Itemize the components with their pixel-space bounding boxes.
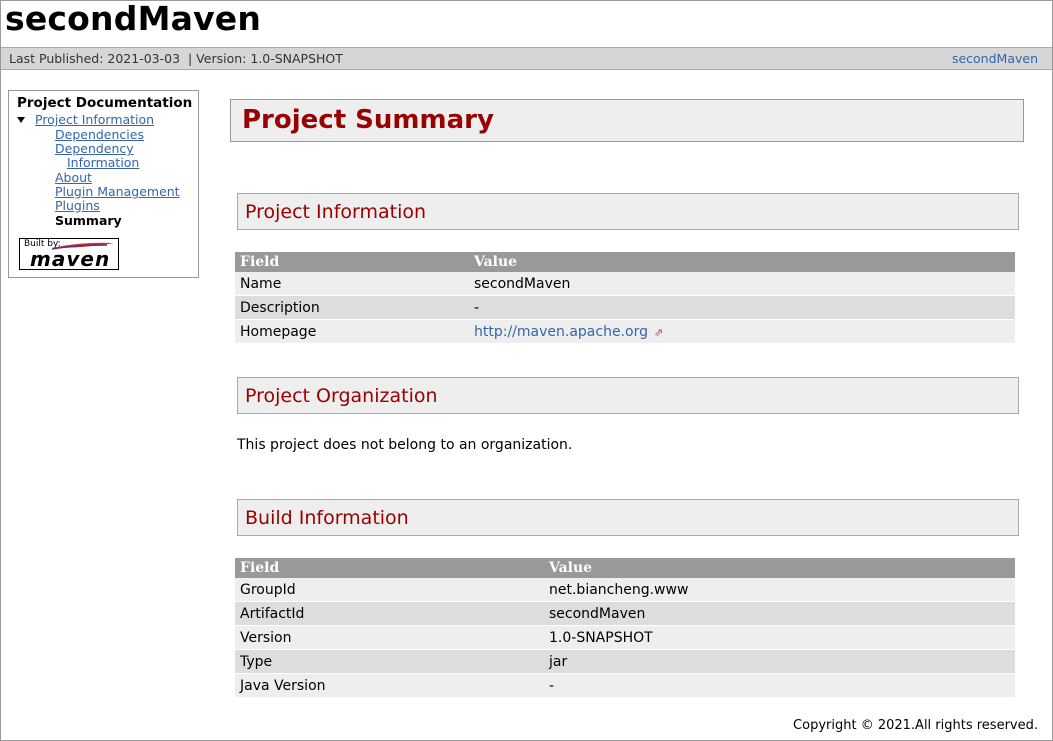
nav-item-plugin-management[interactable]: Plugin Management [55, 185, 180, 199]
page-title-box: Project Summary [230, 99, 1024, 142]
cell-field: Description [235, 295, 469, 320]
cell-value: - [544, 673, 1015, 698]
maven-logo: maven [30, 247, 111, 271]
cell-field: Java Version [235, 673, 544, 698]
nav-item-about[interactable]: About [55, 171, 92, 185]
cell-value: secondMaven [469, 272, 1015, 296]
banner: secondMaven [1, 0, 1052, 47]
build-information-table: Field Value GroupId net.biancheng.www Ar… [235, 558, 1015, 698]
nav-item-summary: Summary [55, 213, 122, 228]
cell-value: 1.0-SNAPSHOT [544, 625, 1015, 650]
nav-item-project-information[interactable]: Project Information [35, 113, 154, 127]
homepage-link[interactable]: http://maven.apache.org [474, 324, 648, 340]
section-build-information: Build Information [237, 499, 1019, 536]
table-header-row: Field Value [235, 252, 1015, 272]
table-row: Name secondMaven [235, 272, 1015, 296]
expanded-caret-icon[interactable] [17, 117, 25, 123]
cell-value: http://maven.apache.org ⇗ [469, 319, 1015, 344]
cell-field: Name [235, 272, 469, 296]
table-row: Homepage http://maven.apache.org ⇗ [235, 319, 1015, 344]
cell-value: jar [544, 649, 1015, 674]
nav-item-plugins[interactable]: Plugins [55, 199, 100, 213]
nav-item-dependencies[interactable]: Dependencies [55, 128, 144, 142]
table-row: Description - [235, 295, 1015, 320]
cell-value: - [469, 295, 1015, 320]
section-heading-project-organization: Project Organization [245, 385, 438, 407]
table-row: GroupId net.biancheng.www [235, 578, 1015, 602]
column-header-field: Field [235, 252, 469, 272]
external-link-icon[interactable]: ⇗ [654, 326, 663, 339]
cell-value: net.biancheng.www [544, 578, 1015, 602]
page-title: Project Summary [242, 105, 494, 135]
cell-field: Version [235, 625, 544, 650]
nav-item-dependency[interactable]: Dependency [55, 142, 134, 156]
sidebar-navigation: Project Documentation Project Informatio… [8, 90, 199, 278]
table-row: Type jar [235, 649, 1015, 674]
nav-item-dependency-information[interactable]: Information [67, 156, 139, 170]
breadcrumbs: Last Published: 2021-03-03 | Version: 1.… [1, 47, 1052, 70]
cell-field: GroupId [235, 578, 544, 602]
column-header-value: Value [469, 252, 1015, 272]
project-information-table: Field Value Name secondMaven Description… [235, 252, 1015, 344]
section-project-organization: Project Organization [237, 377, 1019, 414]
version-info: | Version: 1.0-SNAPSHOT [187, 51, 343, 66]
built-by-maven-badge[interactable]: Built by: maven [19, 238, 119, 271]
section-project-information: Project Information [237, 193, 1019, 230]
project-name[interactable]: secondMaven [5, 0, 261, 38]
column-header-value: Value [544, 558, 1015, 578]
column-header-field: Field [235, 558, 544, 578]
section-heading-build-information: Build Information [245, 507, 409, 529]
cell-field: Type [235, 649, 544, 674]
cell-field: ArtifactId [235, 601, 544, 626]
last-published: Last Published: 2021-03-03 [9, 51, 181, 66]
footer-copyright: Copyright © 2021.All rights reserved. [793, 718, 1038, 733]
table-row: Version 1.0-SNAPSHOT [235, 625, 1015, 650]
section-heading-project-information: Project Information [245, 201, 427, 223]
publish-info: Last Published: 2021-03-03 | Version: 1.… [9, 48, 343, 69]
table-header-row: Field Value [235, 558, 1015, 578]
breadcrumb-project-link[interactable]: secondMaven [952, 48, 1038, 69]
organization-text: This project does not belong to an organ… [237, 437, 573, 453]
table-row: Java Version - [235, 673, 1015, 698]
nav-heading: Project Documentation [17, 95, 193, 111]
cell-value: secondMaven [544, 601, 1015, 626]
table-row: ArtifactId secondMaven [235, 601, 1015, 626]
cell-field: Homepage [235, 319, 469, 344]
